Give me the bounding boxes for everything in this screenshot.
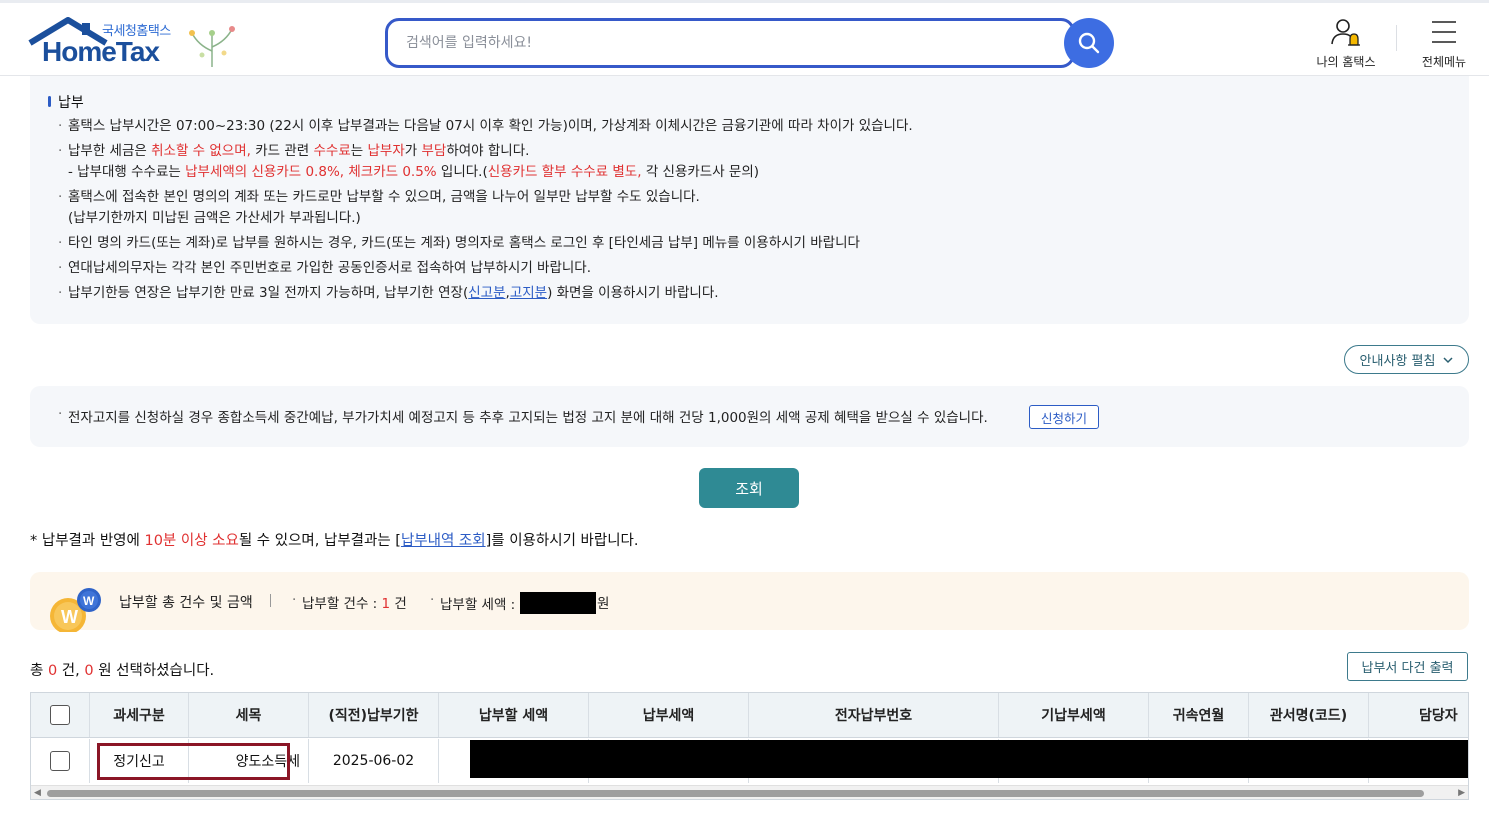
selection-info: 총 0 건, 0 원 선택하셨습니다. bbox=[30, 663, 215, 679]
masked-amount bbox=[519, 592, 596, 614]
column-header[interactable]: 과세구분 bbox=[90, 693, 189, 737]
apply-button[interactable]: 신청하기 bbox=[1029, 405, 1099, 429]
amount-unit: 원 bbox=[597, 596, 610, 612]
column-header[interactable]: (직전)납부기한 bbox=[309, 693, 439, 737]
all-menu-button[interactable]: 전체메뉴 bbox=[1414, 17, 1474, 70]
expand-notice-button[interactable]: 안내사항 펼침 bbox=[1344, 345, 1469, 374]
header-divider bbox=[1396, 25, 1397, 51]
notice-item: 연대납세의무자는 각각 본인 주민번호로 가입한 공동인증서로 접속하여 납부하… bbox=[58, 258, 1438, 279]
select-all-cell bbox=[31, 693, 90, 737]
hamburger-menu-icon bbox=[1432, 21, 1456, 43]
row-select-cell bbox=[31, 739, 90, 783]
column-header[interactable]: 귀속연월 bbox=[1149, 693, 1249, 737]
notice-item: 홈택스 납부시간은 07:00~23:30 (22시 이후 납부결과는 다음날 … bbox=[58, 116, 1438, 137]
due-date-cell: 2025-06-02 bbox=[309, 739, 439, 783]
notice-extension-link[interactable]: 고지분 bbox=[510, 285, 547, 301]
my-hometax-button[interactable]: 나의 홈택스 bbox=[1310, 17, 1382, 70]
redacted-row-data bbox=[470, 740, 1468, 778]
e-notice-text: 전자고지를 신청하실 경우 종합소득세 중간예납, 부가가치세 예정고지 등 추… bbox=[58, 406, 988, 426]
notice-subitem: (납부기한까지 미납된 금액은 가산세가 부과됩니다.) bbox=[68, 210, 361, 226]
column-header[interactable]: 담당자 bbox=[1369, 693, 1468, 737]
column-header[interactable]: 관서명(코드) bbox=[1249, 693, 1369, 737]
svg-text:W: W bbox=[61, 607, 78, 627]
column-header[interactable]: 세목 bbox=[189, 693, 309, 737]
payment-amount: 납부할 세액 : bbox=[430, 592, 596, 614]
bulk-print-button[interactable]: 납부서 다건 출력 bbox=[1347, 652, 1468, 681]
notice-subitem: - 납부대행 수수료는 납부세액의 신용카드 0.8%, 체크카드 0.5% 입… bbox=[68, 164, 760, 180]
plant-decoration-icon bbox=[189, 26, 235, 67]
summary-divider bbox=[270, 594, 271, 607]
notice-list: 홈택스 납부시간은 07:00~23:30 (22시 이후 납부결과는 다음날 … bbox=[58, 116, 1438, 308]
chevron-down-icon bbox=[1443, 356, 1453, 363]
table-header-row: 과세구분 세목 (직전)납부기한 납부할 세액 납부세액 전자납부번호 기납부세… bbox=[31, 693, 1468, 738]
column-header[interactable]: 납부할 세액 bbox=[439, 693, 589, 737]
result-note: * 납부결과 반영에 10분 이상 소요될 수 있으며, 납부결과는 [납부내역… bbox=[30, 533, 639, 549]
my-hometax-label: 나의 홈택스 bbox=[1316, 55, 1376, 69]
notice-item: 홈택스에 접속한 본인 명의의 계좌 또는 카드로만 납부할 수 있으며, 금액… bbox=[58, 187, 1438, 208]
row-highlight-box bbox=[97, 743, 290, 780]
search-box bbox=[385, 18, 1075, 68]
scroll-right-arrow-icon[interactable]: ▶ bbox=[1458, 788, 1465, 798]
query-button[interactable]: 조회 bbox=[699, 468, 799, 508]
svg-text:W: W bbox=[83, 594, 95, 608]
payment-notice-panel: 납부 홈택스 납부시간은 07:00~23:30 (22시 이후 납부결과는 다… bbox=[30, 76, 1469, 324]
notice-item: 납부한 세금은 취소할 수 없으며, 카드 관련 수수료는 납부자가 부담하여야… bbox=[58, 141, 1438, 162]
summary-title: 납부할 총 건수 및 금액 bbox=[119, 595, 253, 611]
payment-count: 납부할 건수 : 1 건 bbox=[292, 592, 407, 612]
all-menu-label: 전체메뉴 bbox=[1421, 55, 1467, 69]
search-button[interactable] bbox=[1064, 18, 1114, 68]
payment-history-link[interactable]: 납부내역 조회 bbox=[401, 533, 486, 549]
search-icon bbox=[1078, 32, 1100, 54]
scroll-left-arrow-icon[interactable]: ◀ bbox=[34, 788, 41, 798]
column-header[interactable]: 납부세액 bbox=[589, 693, 749, 737]
notice-title: 납부 bbox=[48, 92, 84, 112]
column-header[interactable]: 기납부세액 bbox=[999, 693, 1149, 737]
select-all-checkbox[interactable] bbox=[50, 705, 70, 725]
search-input[interactable] bbox=[406, 21, 1046, 65]
notice-item: 납부기한등 연장은 납부기한 만료 3일 전까지 가능하며, 납부기한 연장(신… bbox=[58, 283, 1438, 304]
horizontal-scrollbar[interactable]: ◀ ▶ bbox=[31, 785, 1468, 799]
payment-summary-panel: W W 납부할 총 건수 및 금액 납부할 건수 : 1 건 납부할 세액 : … bbox=[30, 572, 1469, 632]
logo-title: HomeTax bbox=[42, 36, 160, 67]
payment-table: 과세구분 세목 (직전)납부기한 납부할 세액 납부세액 전자납부번호 기납부세… bbox=[30, 692, 1469, 800]
coin-icon: W W bbox=[50, 588, 101, 632]
hometax-logo[interactable]: 국세청홈택스 HomeTax bbox=[28, 17, 243, 71]
e-notice-panel: 전자고지를 신청하실 경우 종합소득세 중간예납, 부가가치세 예정고지 등 추… bbox=[30, 386, 1469, 447]
row-checkbox[interactable] bbox=[50, 751, 70, 771]
notice-item: 타인 명의 카드(또는 계좌)로 납부를 원하시는 경우, 카드(또는 계좌) … bbox=[58, 233, 1438, 254]
top-header: 국세청홈택스 HomeTax 나의 홈택스 bbox=[0, 0, 1489, 76]
column-header[interactable]: 전자납부번호 bbox=[749, 693, 999, 737]
scrollbar-thumb[interactable] bbox=[47, 790, 1424, 797]
user-bell-icon bbox=[1331, 19, 1360, 46]
expand-notice-label: 안내사항 펼침 bbox=[1359, 354, 1436, 369]
report-extension-link[interactable]: 신고분 bbox=[468, 285, 505, 301]
